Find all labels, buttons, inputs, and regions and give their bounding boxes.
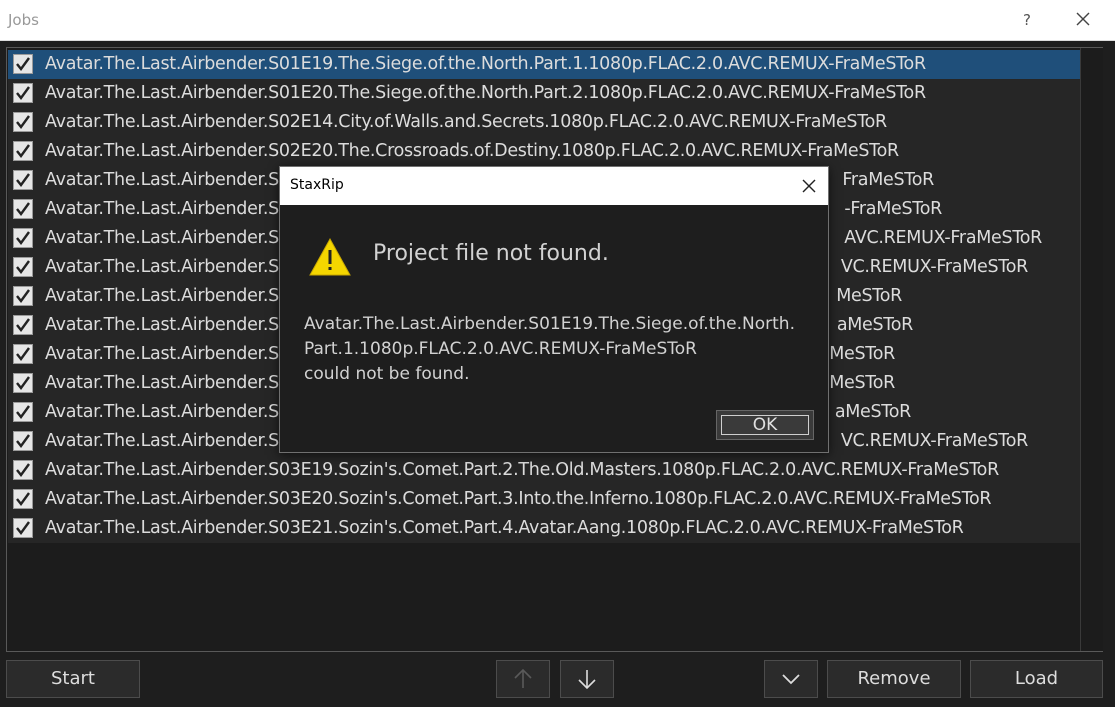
checkmark-icon xyxy=(16,144,30,158)
checkmark-icon xyxy=(16,463,30,477)
checkmark-icon xyxy=(16,347,30,361)
job-checkbox[interactable] xyxy=(13,141,33,161)
job-name-tail: MeSToR xyxy=(829,373,895,393)
job-name: Avatar.The.Last.Airbender.S xyxy=(45,286,279,306)
job-checkbox[interactable] xyxy=(13,54,33,74)
dialog-title: StaxRip xyxy=(290,177,344,193)
job-name: Avatar.The.Last.Airbender.S01E19.The.Sie… xyxy=(45,54,926,74)
job-checkbox[interactable] xyxy=(13,489,33,509)
job-name-tail: VC.REMUX-FraMeSToR xyxy=(840,431,1028,451)
job-name-tail: -FraMeSToR xyxy=(844,199,942,219)
warning-icon xyxy=(308,237,352,281)
job-name: Avatar.The.Last.Airbender.S xyxy=(45,170,279,190)
job-checkbox[interactable] xyxy=(13,460,33,480)
job-name-tail: aMeSToR xyxy=(836,315,913,335)
dialog-message-line: Avatar.The.Last.Airbender.S01E19.The.Sie… xyxy=(304,314,795,334)
ok-button[interactable]: OK xyxy=(716,410,814,440)
checkmark-icon xyxy=(16,376,30,390)
job-row[interactable]: Avatar.The.Last.Airbender.S01E19.The.Sie… xyxy=(8,50,1080,79)
job-checkbox[interactable] xyxy=(13,518,33,538)
job-checkbox[interactable] xyxy=(13,373,33,393)
window-close-button[interactable] xyxy=(1070,6,1096,32)
help-button[interactable]: ? xyxy=(1015,9,1039,31)
checkmark-icon xyxy=(16,492,30,506)
job-name: Avatar.The.Last.Airbender.S xyxy=(45,402,279,422)
window-titlebar: Jobs ? xyxy=(0,0,1115,41)
job-name: Avatar.The.Last.Airbender.S03E21.Sozin's… xyxy=(45,518,964,538)
checkmark-icon xyxy=(16,115,30,129)
move-down-button[interactable] xyxy=(560,660,614,698)
job-name: Avatar.The.Last.Airbender.S03E20.Sozin's… xyxy=(45,489,992,509)
job-row[interactable]: Avatar.The.Last.Airbender.S02E14.City.of… xyxy=(8,108,1080,137)
job-name: Avatar.The.Last.Airbender.S02E14.City.of… xyxy=(45,112,887,132)
job-row[interactable]: Avatar.The.Last.Airbender.S03E19.Sozin's… xyxy=(8,456,1080,485)
job-name: Avatar.The.Last.Airbender.S xyxy=(45,373,279,393)
dialog-message-line: Part.1.1080p.FLAC.2.0.AVC.REMUX-FraMeSTo… xyxy=(304,339,697,359)
chevron-down-icon xyxy=(782,674,800,685)
menu-dropdown-button[interactable] xyxy=(764,660,818,698)
start-button[interactable]: Start xyxy=(6,660,140,698)
job-row[interactable]: Avatar.The.Last.Airbender.S03E20.Sozin's… xyxy=(8,485,1080,514)
job-checkbox[interactable] xyxy=(13,83,33,103)
job-checkbox[interactable] xyxy=(13,402,33,422)
job-name: Avatar.The.Last.Airbender.S xyxy=(45,315,279,335)
job-row[interactable]: Avatar.The.Last.Airbender.S03E21.Sozin's… xyxy=(8,514,1080,543)
job-checkbox[interactable] xyxy=(13,257,33,277)
job-name-tail: MeSToR xyxy=(836,286,902,306)
checkmark-icon xyxy=(16,202,30,216)
job-name: Avatar.The.Last.Airbender.S xyxy=(45,431,279,451)
error-dialog: StaxRip Project file not found. Avatar.T… xyxy=(279,166,829,453)
job-name-tail: aMeSToR xyxy=(834,402,911,422)
job-checkbox[interactable] xyxy=(13,112,33,132)
job-row[interactable]: Avatar.The.Last.Airbender.S01E20.The.Sie… xyxy=(8,79,1080,108)
job-name: Avatar.The.Last.Airbender.S03E19.Sozin's… xyxy=(45,460,999,480)
job-checkbox[interactable] xyxy=(13,344,33,364)
arrow-down-icon xyxy=(578,670,596,690)
job-name: Avatar.The.Last.Airbender.S xyxy=(45,199,279,219)
ok-button-label: OK xyxy=(721,415,809,435)
checkmark-icon xyxy=(16,434,30,448)
dialog-message-line: could not be found. xyxy=(304,364,470,384)
vertical-scrollbar[interactable] xyxy=(1080,48,1103,651)
checkmark-icon xyxy=(16,260,30,274)
job-name: Avatar.The.Last.Airbender.S02E20.The.Cro… xyxy=(45,141,899,161)
dialog-message: Avatar.The.Last.Airbender.S01E19.The.Sie… xyxy=(304,312,809,387)
checkmark-icon xyxy=(16,86,30,100)
job-checkbox[interactable] xyxy=(13,170,33,190)
dialog-heading: Project file not found. xyxy=(373,241,609,266)
job-name-tail: FraMeSToR xyxy=(842,170,934,190)
job-name: Avatar.The.Last.Airbender.S01E20.The.Sie… xyxy=(45,83,926,103)
close-icon xyxy=(1076,12,1090,26)
checkmark-icon xyxy=(16,57,30,71)
job-name: Avatar.The.Last.Airbender.S xyxy=(45,228,279,248)
job-checkbox[interactable] xyxy=(13,286,33,306)
dialog-close-button[interactable] xyxy=(798,175,820,197)
dialog-titlebar: StaxRip xyxy=(280,167,828,205)
window-title: Jobs xyxy=(8,11,39,29)
job-checkbox[interactable] xyxy=(13,228,33,248)
checkmark-icon xyxy=(16,405,30,419)
job-name: Avatar.The.Last.Airbender.S xyxy=(45,257,279,277)
move-up-button[interactable] xyxy=(496,660,550,698)
job-checkbox[interactable] xyxy=(13,431,33,451)
checkmark-icon xyxy=(16,318,30,332)
checkmark-icon xyxy=(16,231,30,245)
job-name-tail: VC.REMUX-FraMeSToR xyxy=(840,257,1028,277)
job-name: Avatar.The.Last.Airbender.S xyxy=(45,344,279,364)
job-name-tail: AVC.REMUX-FraMeSToR xyxy=(844,228,1042,248)
job-row[interactable]: Avatar.The.Last.Airbender.S02E20.The.Cro… xyxy=(8,137,1080,166)
close-icon xyxy=(802,179,816,193)
checkmark-icon xyxy=(16,289,30,303)
checkmark-icon xyxy=(16,521,30,535)
job-checkbox[interactable] xyxy=(13,199,33,219)
arrow-up-icon xyxy=(514,668,532,688)
job-checkbox[interactable] xyxy=(13,315,33,335)
checkmark-icon xyxy=(16,173,30,187)
load-button[interactable]: Load xyxy=(970,660,1103,698)
remove-button[interactable]: Remove xyxy=(827,660,961,698)
job-name-tail: MeSToR xyxy=(829,344,895,364)
